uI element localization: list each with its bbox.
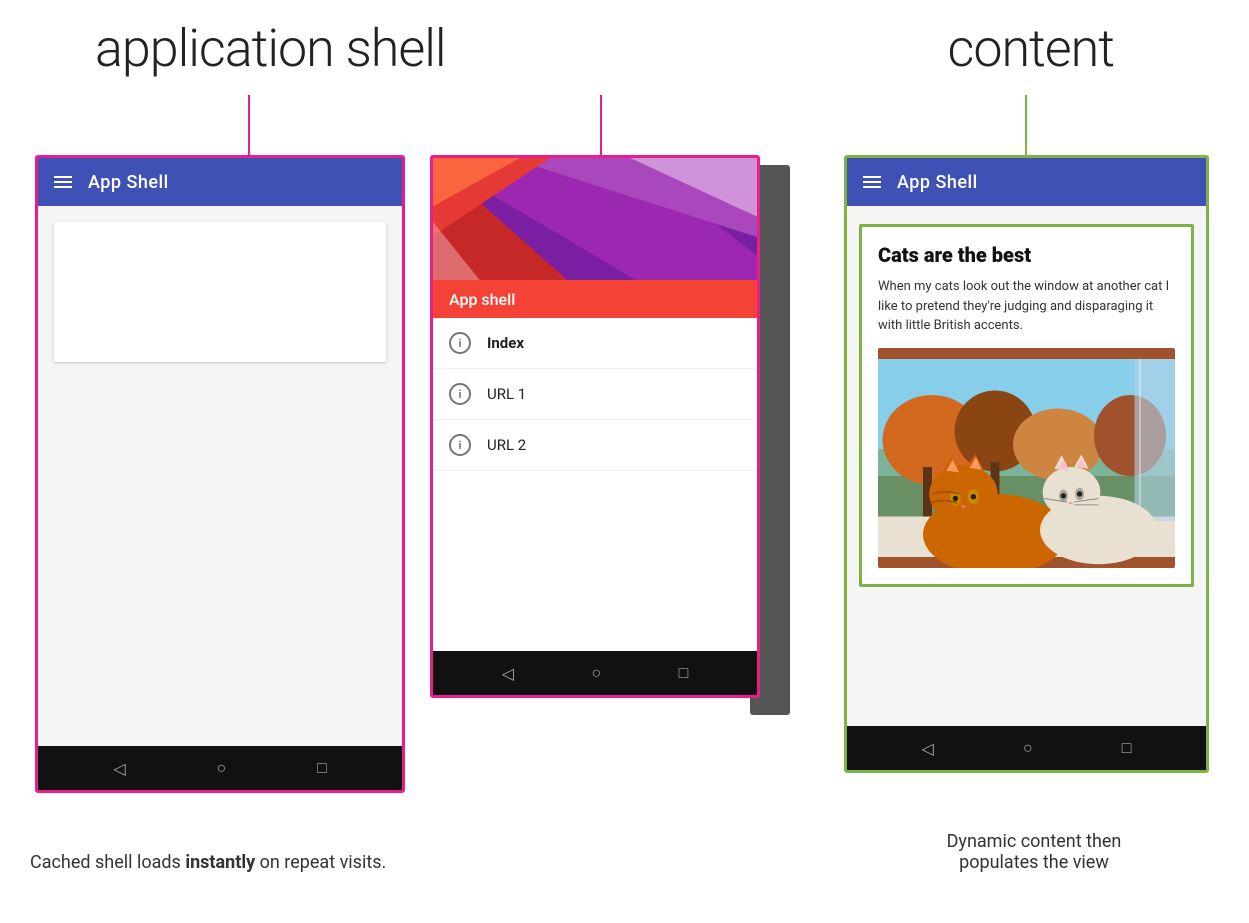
menu-item-label: URL 1 <box>487 385 526 403</box>
menu-item-label: Index <box>487 334 524 352</box>
phone1-frame: App Shell ◁ ○ □ <box>35 155 405 793</box>
recents-button[interactable]: □ <box>317 758 327 778</box>
phone3-title: App Shell <box>897 172 978 193</box>
phone2-frame: App shell i Index i URL 1 i URL 2 ◁ ○ □ <box>430 155 760 698</box>
pink-connector-right <box>600 95 602 155</box>
back-button[interactable]: ◁ <box>502 664 514 683</box>
list-item[interactable]: i Index <box>433 318 757 369</box>
back-button[interactable]: ◁ <box>113 759 125 778</box>
page-layout: application shell content App Shell ◁ ○ … <box>0 0 1249 923</box>
menu-item-label: URL 2 <box>487 436 526 454</box>
article-body: When my cats look out the window at anot… <box>878 277 1175 336</box>
caption-right-line1: Dynamic content then <box>947 831 1122 852</box>
hamburger-icon <box>863 176 881 188</box>
phone2-android-nav: ◁ ○ □ <box>433 651 757 695</box>
home-button[interactable]: ○ <box>216 758 226 778</box>
phone3-android-nav: ◁ ○ □ <box>847 726 1206 770</box>
green-connector <box>1025 95 1027 155</box>
phone1-content-card <box>54 222 386 362</box>
app-shell-overlay-text: App shell <box>433 280 757 318</box>
phone2-menu-list: i Index i URL 1 i URL 2 <box>433 318 757 651</box>
content-heading: content <box>948 18 1115 79</box>
article-title: Cats are the best <box>878 243 1175 267</box>
article-card: Cats are the best When my cats look out … <box>859 224 1194 587</box>
recents-button[interactable]: □ <box>1122 738 1132 758</box>
home-button[interactable]: ○ <box>1023 738 1033 758</box>
phone3-frame: App Shell Cats are the best When my cats… <box>844 155 1209 773</box>
caption-left: Cached shell loads instantly on repeat v… <box>30 852 450 873</box>
phone2-hero: App shell <box>433 158 757 318</box>
phone3-app-bar: App Shell <box>847 158 1206 206</box>
pink-connector-left <box>248 95 250 155</box>
list-item[interactable]: i URL 1 <box>433 369 757 420</box>
caption-right: Dynamic content then populates the view <box>849 831 1219 873</box>
back-button[interactable]: ◁ <box>922 739 934 758</box>
cat-photo <box>878 348 1175 568</box>
caption-bold: instantly <box>185 852 255 873</box>
home-button[interactable]: ○ <box>591 663 601 683</box>
list-item[interactable]: i URL 2 <box>433 420 757 471</box>
info-icon-3: i <box>449 434 471 456</box>
phone1-title: App Shell <box>88 172 169 193</box>
info-icon-1: i <box>449 332 471 354</box>
caption-right-line2: populates the view <box>959 852 1109 873</box>
info-icon-2: i <box>449 383 471 405</box>
app-shell-heading: application shell <box>95 18 446 79</box>
phone1-android-nav: ◁ ○ □ <box>38 746 402 790</box>
phone1-app-bar: App Shell <box>38 158 402 206</box>
recents-button[interactable]: □ <box>679 663 689 683</box>
hamburger-icon <box>54 176 72 188</box>
